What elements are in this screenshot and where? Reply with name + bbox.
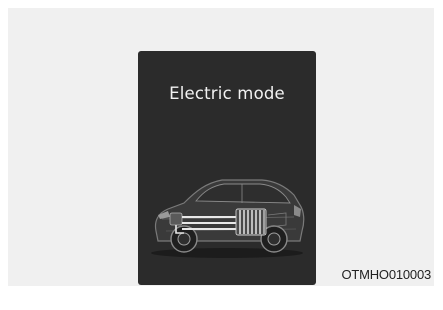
car-icon — [151, 179, 305, 258]
mode-label: Electric mode — [169, 84, 285, 103]
figure-code: OTMHO010003 — [341, 267, 431, 282]
illustration-background: Electric mode OTMHO010003 — [8, 8, 434, 286]
cluster-display: Electric mode — [138, 51, 316, 285]
